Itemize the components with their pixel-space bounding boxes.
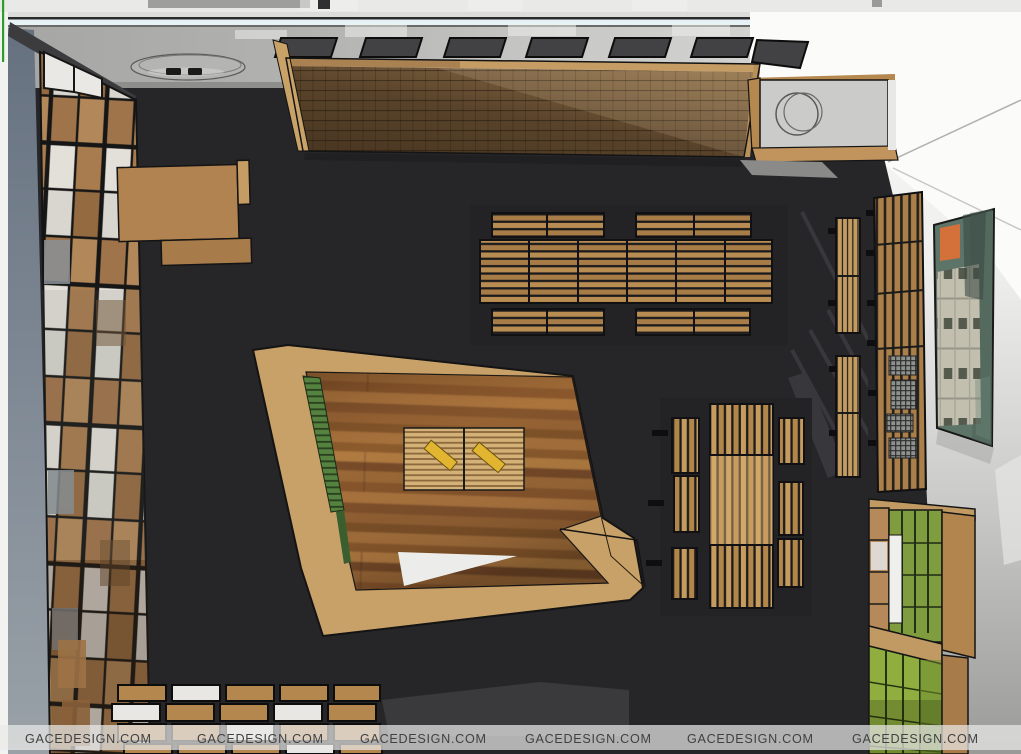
svg-text:GACEDESIGN.COM: GACEDESIGN.COM bbox=[852, 732, 979, 746]
svg-text:GACEDESIGN.COM: GACEDESIGN.COM bbox=[360, 732, 487, 746]
svg-text:GACEDESIGN.COM: GACEDESIGN.COM bbox=[687, 732, 814, 746]
svg-text:GACEDESIGN.COM: GACEDESIGN.COM bbox=[197, 732, 324, 746]
svg-text:GACEDESIGN.COM: GACEDESIGN.COM bbox=[525, 732, 652, 746]
svg-text:GACEDESIGN.COM: GACEDESIGN.COM bbox=[25, 732, 152, 746]
